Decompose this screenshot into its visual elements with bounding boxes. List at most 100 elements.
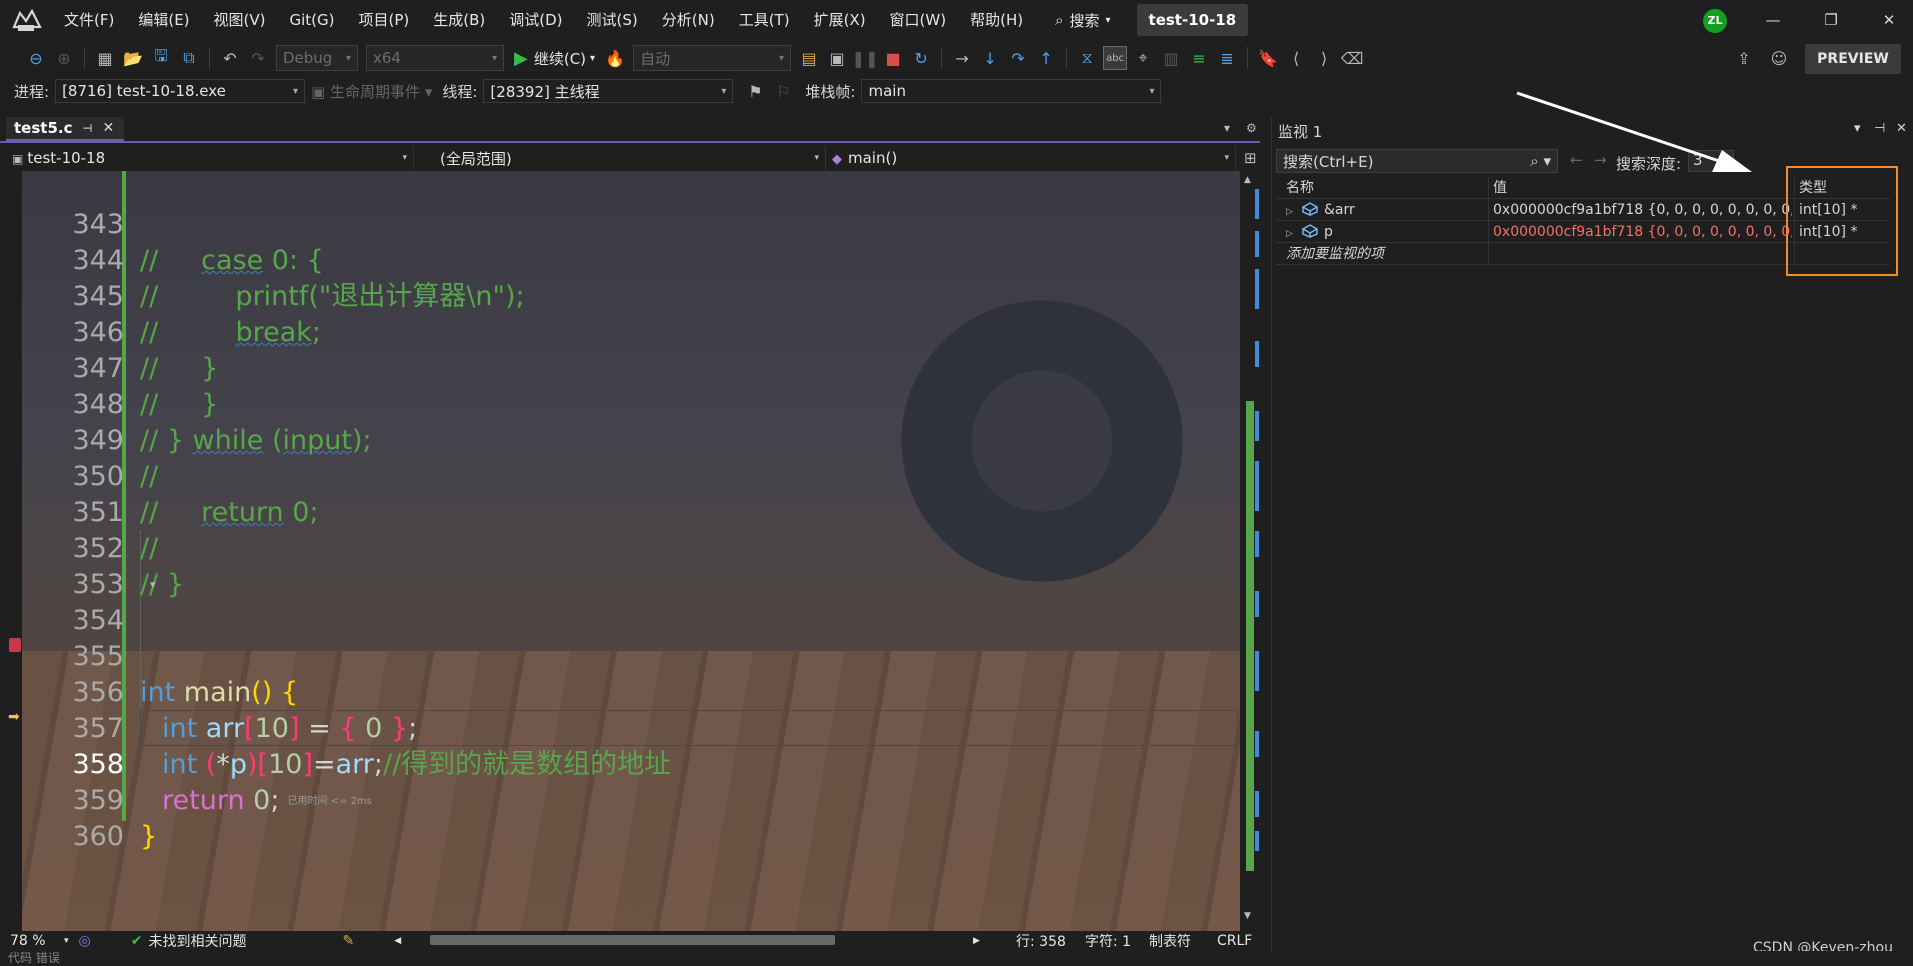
scrollbar-thumb[interactable] <box>1246 401 1254 871</box>
minimize-button[interactable]: — <box>1750 0 1796 40</box>
pause-icon[interactable]: ❚❚ <box>852 46 879 70</box>
search-back-icon[interactable]: ← <box>1570 151 1583 169</box>
new-project-icon[interactable]: ▦ <box>93 46 117 70</box>
thread-select[interactable]: [28392] 主线程 ▾ <box>483 79 734 103</box>
project-select[interactable]: ▣ test-10-18 ▾ <box>0 146 414 170</box>
menu-git[interactable]: Git(G) <box>278 0 347 40</box>
tab-test5-c[interactable]: test5.c ⊣ ✕ <box>6 117 125 141</box>
add-watch-placeholder[interactable]: 添加要监视的项 <box>1276 243 1486 265</box>
scroll-up-icon[interactable]: ▲ <box>1244 175 1251 185</box>
step-into-icon[interactable]: ↓ <box>978 46 1002 70</box>
cursor-icon[interactable]: ⌖ <box>1131 46 1155 70</box>
step-out-icon[interactable]: ↑ <box>1034 46 1058 70</box>
step-over-icon[interactable]: ↷ <box>1006 46 1030 70</box>
format-icon[interactable]: ▥ <box>1159 46 1183 70</box>
redo-icon[interactable]: ↷ <box>246 46 270 70</box>
indent-mode[interactable]: 制表符 <box>1149 931 1191 951</box>
column-header-value[interactable]: 值 <box>1488 177 1792 199</box>
split-icon[interactable]: ⊞ <box>1244 149 1257 167</box>
feedback-icon[interactable]: ☺ <box>1767 46 1791 70</box>
save-all-icon[interactable]: ⧉ <box>177 46 201 70</box>
code-line: 347 // } <box>22 315 1242 420</box>
scroll-left-icon[interactable]: ◀ <box>394 936 401 946</box>
platform-select[interactable]: x64 ▾ <box>366 45 504 71</box>
indent-icon[interactable]: ≡ <box>1187 46 1211 70</box>
bookmark-clear-icon[interactable]: ⌫ <box>1340 46 1364 70</box>
code-editor[interactable]: ➡ 343 // case 0: { 344 // printf("退出计算器\… <box>0 171 1260 931</box>
menu-analyze[interactable]: 分析(N) <box>650 0 727 40</box>
menu-window[interactable]: 窗口(W) <box>878 0 959 40</box>
stop-icon[interactable]: ■ <box>881 46 905 70</box>
line-ending[interactable]: CRLF <box>1217 933 1252 949</box>
show-next-statement-icon[interactable]: → <box>950 46 974 70</box>
auto-select[interactable]: 自动 ▾ <box>633 45 792 71</box>
restart-icon[interactable]: ↻ <box>909 46 933 70</box>
collapse-icon[interactable]: ▾ <box>150 567 156 603</box>
menu-build[interactable]: 生成(B) <box>421 0 497 40</box>
column-header-name[interactable]: 名称 <box>1276 177 1486 199</box>
editor-horizontal-scrollbar-thumb[interactable] <box>430 935 835 945</box>
gear-icon[interactable]: ⚙ <box>1246 121 1257 135</box>
bookmark-glyph-icon[interactable] <box>9 638 21 652</box>
navigate-back-icon[interactable]: ⊖ <box>24 46 48 70</box>
function-select[interactable]: ◆ main() ▾ <box>826 146 1236 170</box>
close-icon[interactable]: ✕ <box>103 120 115 136</box>
issues-status[interactable]: 未找到相关问题 <box>148 931 246 951</box>
chevron-down-icon: ▾ <box>1224 153 1229 163</box>
code-line: 346 // } <box>22 279 1242 384</box>
configuration-select[interactable]: Debug ▾ <box>276 45 358 71</box>
close-window-button[interactable]: ✕ <box>1866 0 1912 40</box>
brush-icon[interactable]: ✎ <box>342 933 354 949</box>
chevron-down-icon[interactable]: ▾ <box>64 936 69 946</box>
flag-all-icon[interactable]: ⚐ <box>771 79 795 103</box>
menu-view[interactable]: 视图(V) <box>202 0 278 40</box>
menu-project[interactable]: 项目(P) <box>347 0 422 40</box>
folder-icon[interactable]: ▤ <box>797 46 821 70</box>
copilot-icon[interactable]: ◎ <box>79 933 91 949</box>
diagnostic-tools-icon[interactable]: ▣ <box>825 46 849 70</box>
spell-check-icon[interactable]: abc <box>1103 46 1128 70</box>
menu-tools[interactable]: 工具(T) <box>727 0 802 40</box>
process-select[interactable]: [8716] test-10-18.exe ▾ <box>55 79 306 103</box>
undo-icon[interactable]: ↶ <box>218 46 242 70</box>
comment-icon[interactable]: ≣ <box>1215 46 1239 70</box>
search-button[interactable]: ⌕ 搜索 ▾ <box>1047 6 1118 34</box>
pin-icon[interactable]: ⊣ <box>82 122 92 135</box>
bookmark-next-icon[interactable]: ⟩ <box>1312 46 1336 70</box>
restore-button[interactable]: ❐ <box>1808 0 1854 40</box>
zoom-level[interactable]: 78 % <box>10 933 66 949</box>
menu-file[interactable]: 文件(F) <box>52 0 126 40</box>
chevron-down-icon[interactable]: ▾ <box>1854 121 1861 136</box>
stack-frame-select[interactable]: main ▾ <box>861 79 1162 103</box>
menu-edit[interactable]: 编辑(E) <box>126 0 201 40</box>
open-file-icon[interactable]: 📂 <box>121 46 145 70</box>
scope-select[interactable]: (全局范围) ▾ <box>414 146 826 170</box>
watch-search-input[interactable]: 搜索(Ctrl+E) ⌕ ▾ <box>1276 149 1558 173</box>
save-icon[interactable]: 🖫 <box>149 46 173 70</box>
continue-button[interactable]: ▶ 继续(C) ▾ <box>514 48 595 69</box>
pin-icon[interactable]: ⊣ <box>1874 121 1885 136</box>
editor-vertical-scrollbar[interactable]: ▲ ▼ <box>1240 171 1260 931</box>
menu-test[interactable]: 测试(S) <box>575 0 650 40</box>
preview-button[interactable]: PREVIEW <box>1805 44 1901 74</box>
share-icon[interactable]: ⇪ <box>1732 46 1756 70</box>
search-depth-input[interactable]: 3 <box>1688 150 1734 172</box>
chevron-down-icon[interactable]: ▾ <box>1224 121 1230 135</box>
expand-arrow-icon[interactable]: ▷ <box>1286 201 1300 221</box>
flag-icon[interactable]: ⚑ <box>743 79 767 103</box>
close-icon[interactable]: ✕ <box>1896 121 1907 136</box>
menu-extensions[interactable]: 扩展(X) <box>802 0 878 40</box>
scroll-right-icon[interactable]: ▶ <box>973 936 980 946</box>
lifecycle-events-button[interactable]: ▣ 生命周期事件 ▾ <box>311 81 432 102</box>
scroll-down-icon[interactable]: ▼ <box>1244 911 1251 921</box>
expand-arrow-icon[interactable]: ▷ <box>1286 223 1300 243</box>
hot-reload-icon[interactable]: 🔥 <box>603 46 627 70</box>
menu-help[interactable]: 帮助(H) <box>958 0 1035 40</box>
navigate-forward-icon[interactable]: ⊕ <box>52 46 76 70</box>
filter-icon[interactable]: ⧖ <box>1075 46 1099 70</box>
search-forward-icon[interactable]: → <box>1594 151 1607 169</box>
bookmark-icon[interactable]: 🔖 <box>1256 46 1280 70</box>
menu-debug[interactable]: 调试(D) <box>497 0 574 40</box>
avatar[interactable]: ZL <box>1703 9 1727 33</box>
bookmark-prev-icon[interactable]: ⟨ <box>1284 46 1308 70</box>
